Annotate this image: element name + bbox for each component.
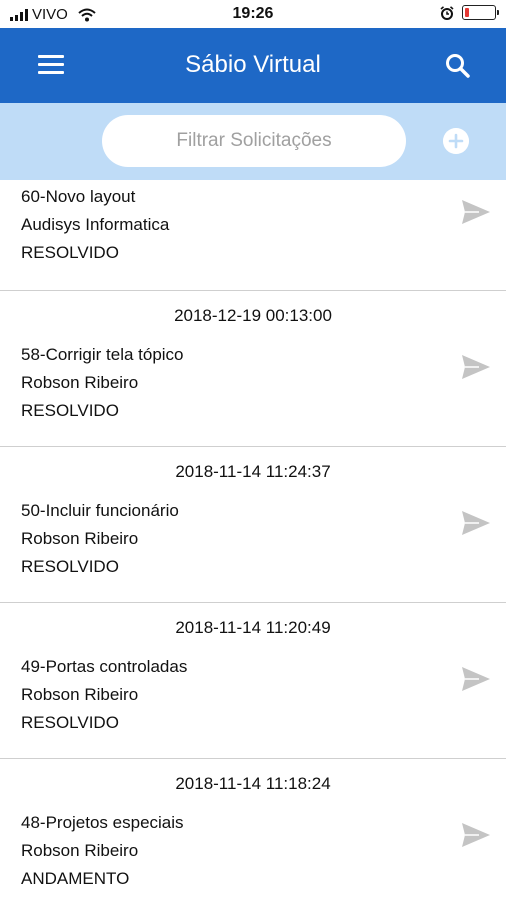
filter-input[interactable] — [102, 115, 406, 167]
request-date: 2018-12-19 00:13:00 — [174, 306, 332, 325]
list-item[interactable]: 60-Novo layout Audisys Informatica RESOL… — [0, 180, 506, 291]
list-item[interactable]: 2018-12-19 00:13:00 58-Corrigir tela tóp… — [0, 291, 506, 447]
request-title: 58-Corrigir tela tópico — [21, 345, 184, 364]
request-title: 48-Projetos especiais — [21, 813, 184, 832]
request-owner: Robson Ribeiro — [21, 685, 139, 704]
send-icon[interactable] — [461, 354, 491, 380]
request-date: 2018-11-14 11:20:49 — [175, 618, 331, 637]
request-title: 60-Novo layout — [21, 187, 136, 206]
request-date: 2018-11-14 11:18:24 — [175, 774, 331, 793]
request-status: RESOLVIDO — [21, 243, 119, 262]
status-right — [440, 5, 499, 20]
request-status: RESOLVIDO — [21, 713, 119, 732]
status-time: 19:26 — [232, 5, 274, 22]
list-item[interactable]: 2018-11-14 11:18:24 48-Projetos especiai… — [0, 759, 506, 900]
alarm-clock-icon — [440, 5, 454, 20]
requests-list: 60-Novo layout Audisys Informatica RESOL… — [0, 180, 506, 900]
send-icon[interactable] — [461, 510, 491, 536]
search-icon[interactable] — [444, 52, 472, 80]
request-owner: Robson Ribeiro — [21, 841, 139, 860]
battery-icon — [462, 5, 499, 20]
app-bar: Sábio Virtual — [0, 28, 506, 103]
list-item[interactable]: 2018-11-14 11:20:49 49-Portas controlada… — [0, 603, 506, 759]
request-owner: Audisys Informatica — [21, 215, 170, 234]
send-icon[interactable] — [461, 199, 491, 225]
request-status: RESOLVIDO — [21, 401, 119, 420]
request-status: RESOLVIDO — [21, 557, 119, 576]
battery-fill — [465, 8, 469, 17]
request-date: 2018-11-14 11:24:37 — [175, 462, 331, 481]
send-icon[interactable] — [461, 666, 491, 692]
request-title: 49-Portas controladas — [21, 657, 188, 676]
list-item[interactable]: 2018-11-14 11:24:37 50-Incluir funcionár… — [0, 447, 506, 603]
app-title: Sábio Virtual — [185, 51, 321, 78]
request-title: 50-Incluir funcionário — [21, 501, 179, 520]
status-bar: VIVO 19:26 — [0, 0, 506, 28]
plus-circle-icon[interactable] — [443, 128, 469, 154]
request-status: ANDAMENTO — [21, 869, 130, 888]
request-owner: Robson Ribeiro — [21, 373, 139, 392]
send-icon[interactable] — [461, 822, 491, 848]
request-owner: Robson Ribeiro — [21, 529, 139, 548]
filter-bar — [0, 103, 506, 180]
